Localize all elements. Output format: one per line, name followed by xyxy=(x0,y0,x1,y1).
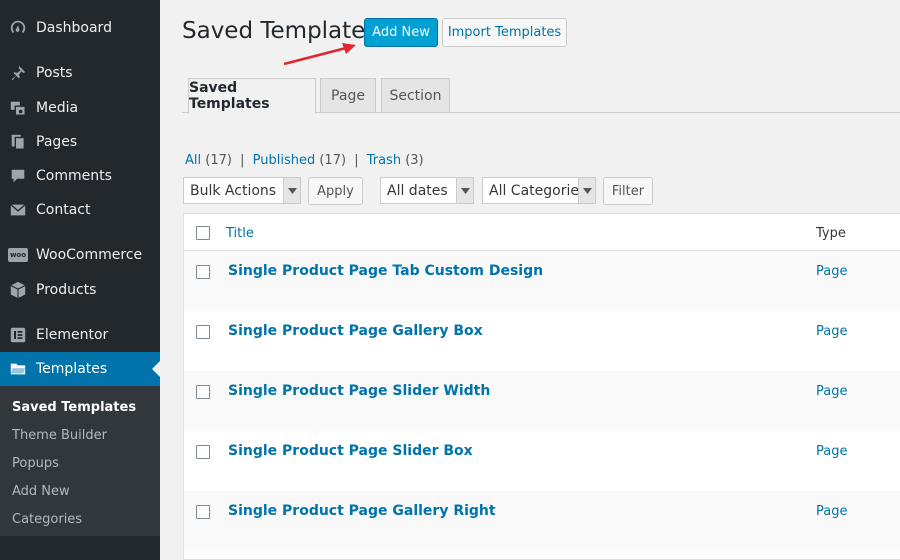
pages-icon xyxy=(0,133,36,151)
woocommerce-icon: woo xyxy=(0,248,36,262)
filter-trash-link[interactable]: Trash xyxy=(367,153,401,168)
sidebar-item-label: Templates xyxy=(36,361,108,377)
sidebar-item-templates[interactable]: Templates xyxy=(0,352,160,386)
template-title-link[interactable]: Single Product Page Gallery Right xyxy=(228,503,496,519)
dates-select[interactable]: All dates xyxy=(380,177,474,204)
row-checkbox[interactable] xyxy=(196,265,210,279)
submenu-item-saved-templates[interactable]: Saved Templates xyxy=(12,400,136,415)
submenu-item-add-new[interactable]: Add New xyxy=(12,484,70,499)
sidebar-item-label: Elementor xyxy=(36,327,109,343)
media-icon xyxy=(0,99,36,117)
folder-icon xyxy=(0,360,36,378)
table-row: Single Product Page Tab Custom Design Pa… xyxy=(184,251,900,311)
sidebar-item-label: Dashboard xyxy=(36,20,112,36)
row-checkbox[interactable] xyxy=(196,385,210,399)
row-checkbox[interactable] xyxy=(196,505,210,519)
template-title-link[interactable]: Single Product Page Tab Custom Design xyxy=(228,263,543,279)
add-new-button[interactable]: Add New xyxy=(364,18,438,47)
sidebar-item-pages[interactable]: Pages xyxy=(0,125,160,159)
template-title-link[interactable]: Single Product Page Slider Width xyxy=(228,383,490,399)
sidebar-item-contact[interactable]: Contact xyxy=(0,193,160,227)
sidebar-item-elementor[interactable]: Elementor xyxy=(0,318,160,352)
filter-button[interactable]: Filter xyxy=(603,177,653,205)
sidebar-item-label: Posts xyxy=(36,65,73,81)
sidebar-item-posts[interactable]: Posts xyxy=(0,56,160,90)
submenu-item-theme-builder[interactable]: Theme Builder xyxy=(12,428,107,443)
table-row: Single Product Page Gallery Box Page xyxy=(184,311,900,371)
annotation-arrow xyxy=(283,43,356,66)
dates-value: All dates xyxy=(387,182,448,199)
submenu-item-popups[interactable]: Popups xyxy=(12,456,59,471)
chevron-down-icon xyxy=(578,178,595,203)
select-all-checkbox[interactable] xyxy=(196,226,210,240)
apply-button[interactable]: Apply xyxy=(308,177,363,205)
column-header-type: Type xyxy=(816,226,846,241)
template-title-link[interactable]: Single Product Page Slider Box xyxy=(228,443,473,459)
template-type-link[interactable]: Page xyxy=(816,324,847,339)
chevron-down-icon xyxy=(456,178,473,203)
sidebar-item-media[interactable]: Media xyxy=(0,91,160,125)
table-row: Single Product Page Gallery Right Page xyxy=(184,491,900,551)
sidebar-item-label: Pages xyxy=(36,134,78,150)
templates-submenu: Saved Templates Theme Builder Popups Add… xyxy=(0,386,160,536)
import-templates-button[interactable]: Import Templates xyxy=(442,18,567,47)
admin-sidebar: Dashboard Posts Media Pages Comments Con… xyxy=(0,0,160,560)
status-filters: All (17) | Published (17) | Trash (3) xyxy=(185,153,424,168)
sidebar-item-label: Media xyxy=(36,100,79,116)
sidebar-item-dashboard[interactable]: Dashboard xyxy=(0,11,160,45)
envelope-icon xyxy=(0,201,36,219)
templates-table: Title Type Single Product Page Tab Custo… xyxy=(183,213,900,560)
row-checkbox[interactable] xyxy=(196,325,210,339)
sidebar-item-woocommerce[interactable]: woo WooCommerce xyxy=(0,238,160,272)
filter-separator: | xyxy=(354,153,359,168)
sidebar-item-label: WooCommerce xyxy=(36,247,143,263)
sidebar-item-label: Contact xyxy=(36,202,91,218)
filter-separator: | xyxy=(240,153,245,168)
dashboard-icon xyxy=(0,19,36,37)
submenu-item-categories[interactable]: Categories xyxy=(12,512,82,527)
tab-saved-templates[interactable]: Saved Templates xyxy=(188,78,316,114)
comment-icon xyxy=(0,167,36,185)
chevron-down-icon xyxy=(283,178,300,203)
categories-select[interactable]: All Categories xyxy=(482,177,596,204)
table-header: Title Type xyxy=(184,214,900,251)
template-type-link[interactable]: Page xyxy=(816,384,847,399)
bulk-actions-select[interactable]: Bulk Actions xyxy=(183,177,301,204)
row-checkbox[interactable] xyxy=(196,445,210,459)
table-row: Single Product Page Slider Width Page xyxy=(184,371,900,431)
sidebar-item-comments[interactable]: Comments xyxy=(0,159,160,193)
tab-page[interactable]: Page xyxy=(320,78,376,113)
table-row: Single Product Page Slider Box Page xyxy=(184,431,900,491)
filter-all-link[interactable]: All xyxy=(185,153,201,168)
template-title-link[interactable]: Single Product Page Gallery Box xyxy=(228,323,483,339)
sidebar-item-label: Products xyxy=(36,282,97,298)
sidebar-item-label: Comments xyxy=(36,168,112,184)
filter-published-link[interactable]: Published xyxy=(253,153,316,168)
sidebar-item-products[interactable]: Products xyxy=(0,273,160,307)
elementor-icon xyxy=(0,327,36,343)
categories-value: All Categories xyxy=(489,182,587,199)
pushpin-icon xyxy=(0,64,36,82)
filter-published-count: (17) xyxy=(319,153,347,168)
column-header-title[interactable]: Title xyxy=(226,226,254,241)
template-type-link[interactable]: Page xyxy=(816,444,847,459)
template-type-link[interactable]: Page xyxy=(816,504,847,519)
template-type-link[interactable]: Page xyxy=(816,264,847,279)
box-icon xyxy=(0,281,36,299)
bulk-actions-value: Bulk Actions xyxy=(190,182,277,199)
filter-all-count: (17) xyxy=(205,153,232,168)
tab-section[interactable]: Section xyxy=(381,78,450,113)
filter-trash-count: (3) xyxy=(405,153,424,168)
